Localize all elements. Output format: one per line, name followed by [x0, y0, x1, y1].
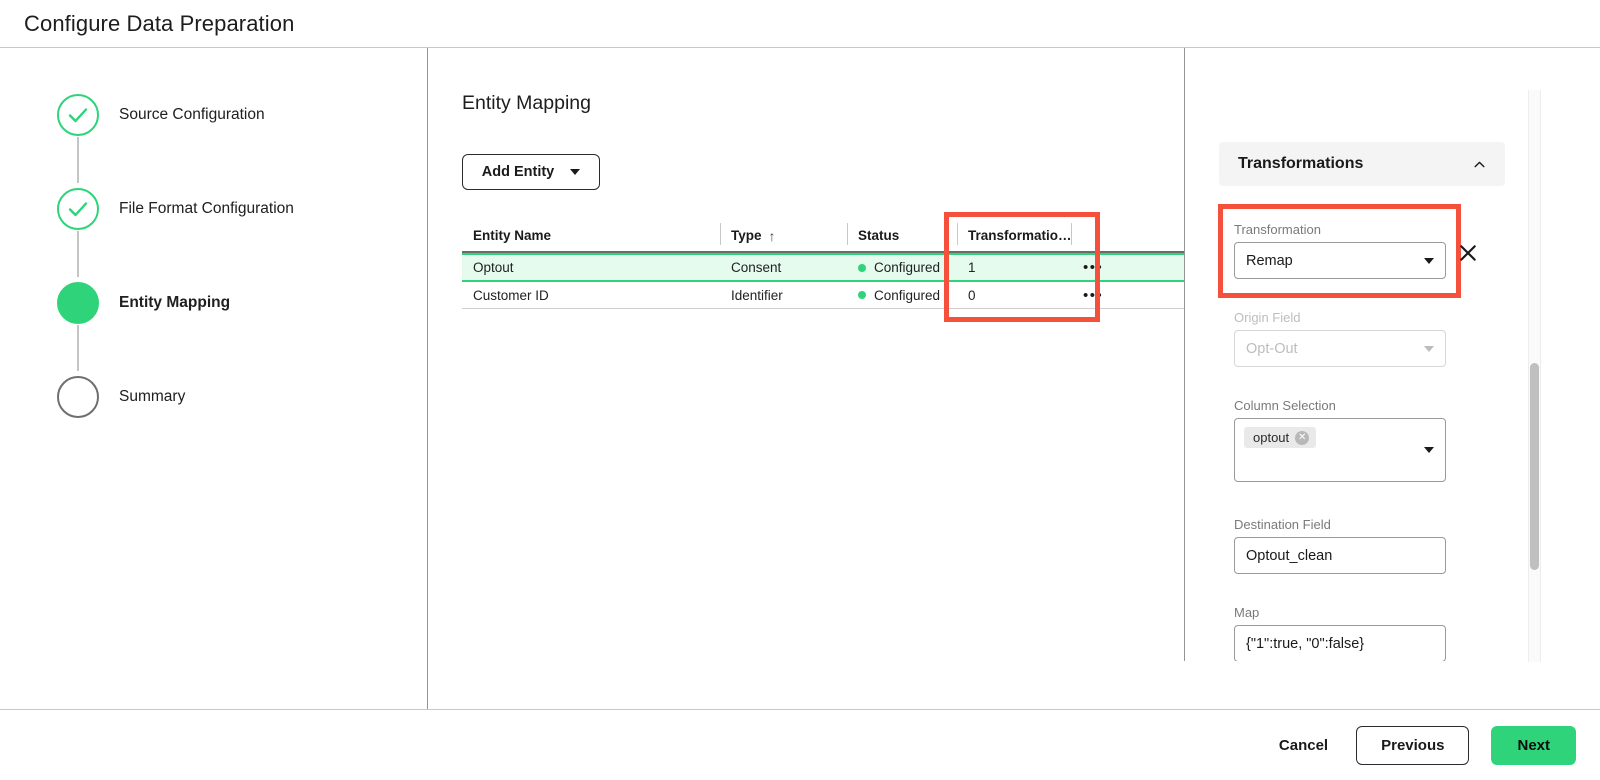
column-header-status[interactable]: Status [847, 219, 957, 252]
column-header-label: Transformatio… [968, 228, 1072, 243]
transformations-panel: Transformations Transformation Remap Ori… [1185, 48, 1530, 661]
map-label: Map [1234, 605, 1260, 620]
vertical-scrollbar-thumb[interactable] [1530, 363, 1539, 570]
column-selection-multiselect[interactable]: optout ✕ [1234, 418, 1446, 482]
chevron-down-icon[interactable] [1424, 447, 1434, 453]
section-title: Entity Mapping [462, 92, 591, 114]
column-header-label: Type [731, 228, 762, 243]
cell-transformations: 1 [968, 260, 976, 275]
origin-field-label: Origin Field [1234, 310, 1301, 325]
cell-status: Configured [847, 282, 957, 308]
column-chip[interactable]: optout ✕ [1244, 427, 1317, 448]
column-header-entity-name[interactable]: Entity Name [462, 219, 720, 252]
table-row[interactable]: Customer ID Identifier Configured 0 ••• [462, 282, 1184, 309]
transformation-value: Remap [1246, 252, 1293, 269]
empty-circle-icon [57, 376, 99, 418]
chevron-down-icon [1424, 257, 1434, 264]
sidebar-item-label: Summary [119, 388, 186, 405]
column-header-type[interactable]: Type ↑ [720, 219, 847, 252]
status-badge: Configured [874, 287, 941, 303]
sidebar-item-label: Source Configuration [119, 106, 265, 123]
chip-close-icon[interactable]: ✕ [1295, 430, 1310, 445]
add-entity-label: Add Entity [481, 164, 555, 180]
cell-entity-name: Customer ID [473, 287, 549, 303]
sidebar-item-label: File Format Configuration [119, 200, 294, 217]
chevron-up-icon[interactable] [1473, 158, 1486, 171]
map-input[interactable]: {"1":true, "0":false} [1234, 625, 1446, 661]
status-dot-icon [858, 263, 866, 272]
add-entity-button[interactable]: Add Entity [462, 154, 600, 190]
column-selection-label: Column Selection [1234, 398, 1336, 413]
cell-transformations: 0 [968, 287, 976, 303]
row-actions-menu[interactable]: ••• [1072, 282, 1184, 308]
status-dot-icon [858, 291, 866, 299]
origin-field-value: Opt-Out [1246, 340, 1298, 357]
entity-table: Entity Name Type ↑ Status Transformatio…… [462, 220, 1184, 309]
cancel-button[interactable]: Cancel [1273, 729, 1334, 762]
map-value: {"1":true, "0":false} [1246, 635, 1365, 652]
stepper-connector [77, 137, 79, 183]
destination-field: Destination Field Optout_clean [1234, 517, 1446, 574]
wizard-sidebar: Source Configuration File Format Configu… [0, 48, 427, 709]
column-header-actions [1072, 219, 1184, 252]
check-icon [57, 188, 99, 230]
stepper-connector [77, 231, 79, 277]
transformation-field: Transformation Remap [1234, 222, 1446, 279]
transformation-label: Transformation [1234, 222, 1321, 237]
transformations-panel-header[interactable]: Transformations [1219, 142, 1505, 186]
wizard-stepper: Source Configuration File Format Configu… [57, 93, 294, 419]
chevron-down-icon [1424, 345, 1434, 352]
destination-field-value: Optout_clean [1246, 547, 1333, 564]
sidebar-item-file-format-configuration[interactable]: File Format Configuration [57, 187, 294, 231]
table-row[interactable]: Optout Consent Configured 1 ••• [462, 253, 1184, 282]
previous-button[interactable]: Previous [1356, 725, 1470, 765]
row-actions-menu[interactable]: ••• [1072, 255, 1184, 280]
map-field: Map {"1":true, "0":false} [1234, 605, 1446, 661]
configure-data-preparation-page: Configure Data Preparation Source Config… [0, 0, 1600, 780]
cell-type: Identifier [731, 287, 783, 303]
origin-field-select: Opt-Out [1234, 330, 1446, 367]
close-icon[interactable] [1458, 243, 1478, 263]
destination-field-input[interactable]: Optout_clean [1234, 537, 1446, 574]
cell-type: Consent [731, 260, 782, 275]
transformations-panel-title: Transformations [1238, 155, 1364, 172]
wizard-footer: Cancel Previous Next [0, 710, 1600, 780]
sidebar-item-source-configuration[interactable]: Source Configuration [57, 93, 294, 137]
entity-mapping-panel: Entity Mapping Add Entity Entity Name Ty… [428, 48, 1184, 661]
column-header-label: Status [858, 228, 900, 243]
column-chip-label: optout [1253, 430, 1290, 445]
transformation-select[interactable]: Remap [1234, 242, 1446, 279]
sidebar-item-label: Entity Mapping [119, 294, 231, 311]
chevron-down-icon [570, 169, 581, 175]
sidebar-item-entity-mapping[interactable]: Entity Mapping [57, 281, 294, 325]
next-button[interactable]: Next [1491, 725, 1576, 765]
filled-dot-icon [57, 282, 99, 324]
check-icon [57, 94, 99, 136]
origin-field: Origin Field Opt-Out [1234, 310, 1446, 367]
column-header-transformations[interactable]: Transformatio… [957, 219, 1072, 252]
cell-entity-name: Optout [473, 260, 514, 275]
sidebar-item-summary[interactable]: Summary [57, 375, 294, 419]
table-header-row: Entity Name Type ↑ Status Transformatio… [462, 220, 1184, 253]
more-options-icon[interactable]: ••• [1083, 288, 1103, 303]
destination-field-label: Destination Field [1234, 517, 1331, 532]
cell-status: Configured [847, 255, 957, 280]
column-selection-field: Column Selection optout ✕ [1234, 398, 1446, 482]
column-header-label: Entity Name [473, 228, 552, 243]
more-options-icon[interactable]: ••• [1083, 260, 1103, 275]
status-badge: Configured [874, 260, 941, 275]
ascending-arrow-icon: ↑ [768, 227, 776, 244]
page-title: Configure Data Preparation [24, 11, 295, 36]
window-titlebar: Configure Data Preparation [0, 0, 1600, 48]
stepper-connector [77, 325, 79, 371]
